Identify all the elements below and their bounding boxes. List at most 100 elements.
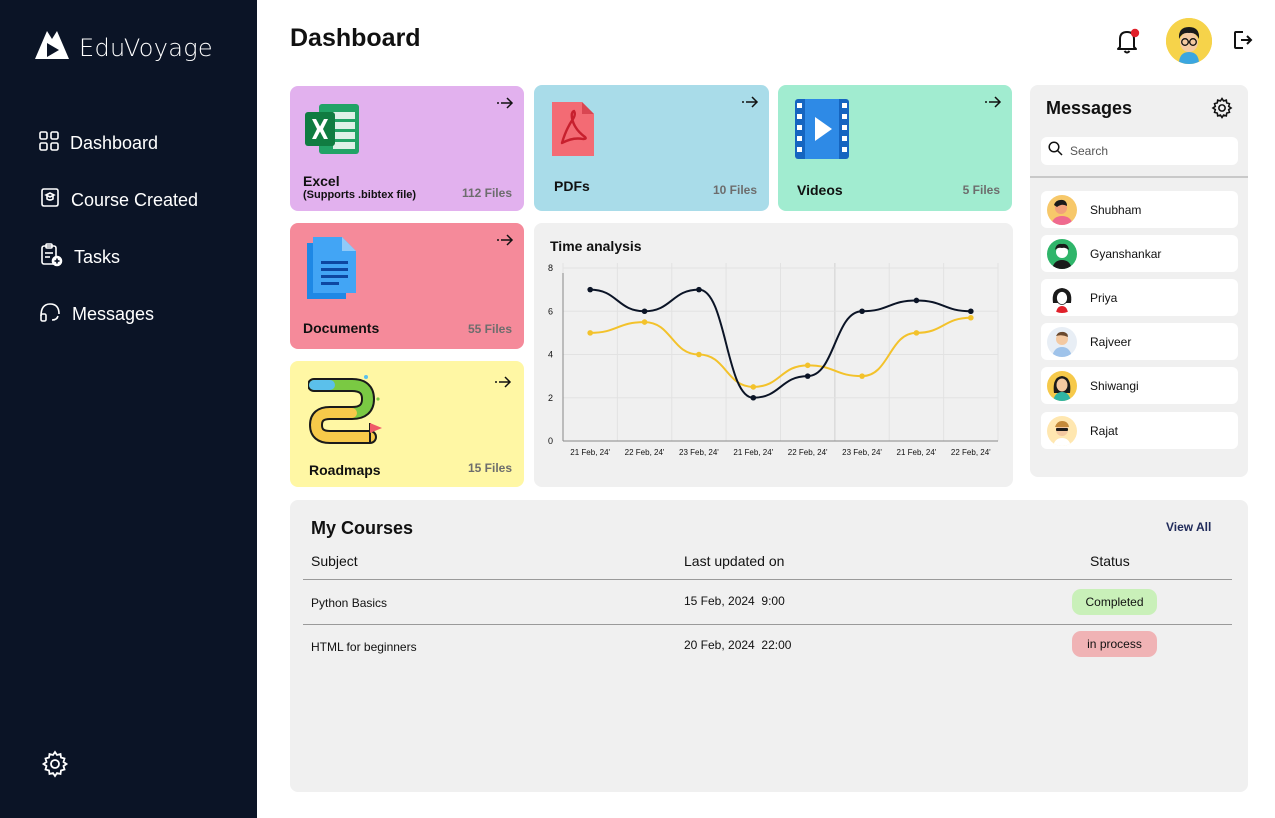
tile-count: 55 Files (467, 322, 512, 336)
contact-name: Shiwangi (1090, 378, 1139, 393)
status-badge: in process (1072, 631, 1157, 657)
data-point (913, 297, 920, 304)
tile-excel[interactable]: Excel (Supports .bibtex file) 112 Files (290, 86, 524, 211)
tile-count: 5 Files (962, 183, 1000, 197)
arrow-right-icon (496, 233, 514, 252)
sidebar: EduVoyage Dashboard Course Created Tasks… (0, 0, 257, 818)
tile-label: Documents (303, 320, 380, 336)
time-analysis-chart: Time analysis 0 2 4 6 8 21 Feb, 24' 22 Feb, 24… (534, 223, 1013, 487)
gear-icon (1211, 97, 1233, 123)
tile-documents[interactable]: Documents 55 Files (290, 223, 524, 349)
contact-name: Shubham (1090, 202, 1142, 217)
contact-item[interactable]: Gyanshankar (1041, 235, 1238, 272)
y-tick-label: 0 (548, 436, 553, 446)
gear-icon (41, 750, 69, 782)
tasks-icon (38, 242, 64, 273)
search-input[interactable] (1070, 144, 1220, 158)
tile-count: 10 Files (712, 183, 757, 197)
logo-icon (33, 27, 71, 68)
course-subject: Python Basics (311, 596, 388, 610)
contact-name: Rajat (1090, 423, 1119, 438)
tile-label: PDFs (554, 178, 590, 194)
tile-videos[interactable]: Videos 5 Files (778, 85, 1012, 211)
messages-search (1041, 137, 1238, 165)
arrow-right-icon (741, 95, 759, 114)
bell-icon (1115, 28, 1141, 59)
messages-panel: Messages Shubham Gyanshankar Priya (1030, 85, 1248, 477)
document-icon (304, 235, 360, 306)
avatar (1047, 282, 1077, 313)
sidebar-nav: Dashboard Course Created Tasks Messages (38, 128, 198, 356)
data-point (968, 314, 974, 321)
sidebar-item-label: Messages (72, 303, 155, 324)
tile-label: Videos (797, 182, 843, 198)
messages-settings-button[interactable] (1211, 97, 1233, 124)
divider (303, 579, 1232, 580)
data-point (641, 319, 648, 325)
data-point (859, 373, 865, 379)
data-point (641, 308, 648, 315)
data-point (859, 308, 865, 315)
x-tick-label: 21 Feb, 24' (733, 448, 773, 457)
data-point (750, 394, 757, 401)
contact-item[interactable]: Shubham (1041, 191, 1238, 228)
sidebar-item-label: Dashboard (70, 132, 159, 153)
excel-icon (303, 100, 361, 163)
data-point (804, 373, 811, 379)
data-point (804, 362, 811, 369)
contact-item[interactable]: Shiwangi (1041, 367, 1238, 404)
line-chart: 0 2 4 6 8 21 Feb, 24' 22 Feb, 24' 23 Feb, 24' 21… (548, 263, 999, 457)
data-point (587, 330, 593, 336)
courses-title: My Courses (311, 518, 414, 538)
avatar (1047, 194, 1077, 225)
course-icon (38, 186, 61, 214)
tile-label: Roadmaps (309, 462, 381, 478)
page-title: Dashboard (290, 24, 421, 52)
sidebar-item-messages[interactable]: Messages (38, 299, 198, 329)
x-tick-label: 22 Feb, 24' (625, 448, 665, 457)
logout-button[interactable] (1232, 29, 1254, 56)
divider (303, 624, 1232, 625)
view-all-link[interactable]: View All (1166, 520, 1211, 534)
x-tick-label: 22 Feb, 24' (788, 448, 828, 457)
y-tick-label: 8 (548, 263, 553, 273)
data-point (968, 308, 974, 315)
notifications-button[interactable] (1115, 27, 1141, 60)
roadmap-icon (307, 373, 384, 450)
tile-label: Excel (303, 173, 340, 189)
data-point (750, 384, 757, 390)
column-header-updated: Last updated on (684, 553, 785, 569)
contact-item[interactable]: Rajat (1041, 412, 1238, 449)
contact-item[interactable]: Priya (1041, 279, 1238, 316)
brand[interactable]: EduVoyage (33, 27, 213, 68)
data-point (696, 286, 702, 293)
sidebar-item-dashboard[interactable]: Dashboard (38, 128, 198, 158)
avatar (1047, 238, 1077, 269)
column-header-status: Status (1090, 553, 1130, 569)
data-point (913, 330, 920, 336)
tile-pdfs[interactable]: PDFs 10 Files (534, 85, 769, 211)
sidebar-item-course-created[interactable]: Course Created (38, 185, 198, 215)
data-point (587, 286, 593, 293)
y-tick-label: 4 (548, 350, 553, 360)
y-tick-label: 6 (548, 306, 553, 316)
course-updated: 20 Feb, 2024 22:00 (684, 638, 792, 652)
search-icon (1048, 141, 1063, 161)
video-icon (793, 97, 851, 166)
sidebar-item-tasks[interactable]: Tasks (38, 242, 198, 272)
my-courses-panel: My Courses View All Subject Last updated… (290, 500, 1248, 792)
sidebar-item-label: Course Created (71, 189, 199, 210)
messages-title: Messages (1046, 98, 1133, 118)
headset-icon (38, 300, 62, 329)
user-avatar[interactable] (1166, 18, 1212, 64)
arrow-right-icon (984, 95, 1002, 114)
x-tick-label: 22 Feb, 24' (951, 448, 991, 457)
app-name: EduVoyage (79, 33, 213, 62)
settings-button[interactable] (41, 750, 69, 783)
x-tick-label: 21 Feb, 24' (570, 448, 610, 457)
status-badge: Completed (1072, 589, 1157, 615)
y-tick-label: 2 (548, 393, 553, 403)
contact-item[interactable]: Rajveer (1041, 323, 1238, 360)
x-tick-label: 23 Feb, 24' (842, 448, 882, 457)
tile-roadmaps[interactable]: Roadmaps 15 Files (290, 361, 524, 487)
